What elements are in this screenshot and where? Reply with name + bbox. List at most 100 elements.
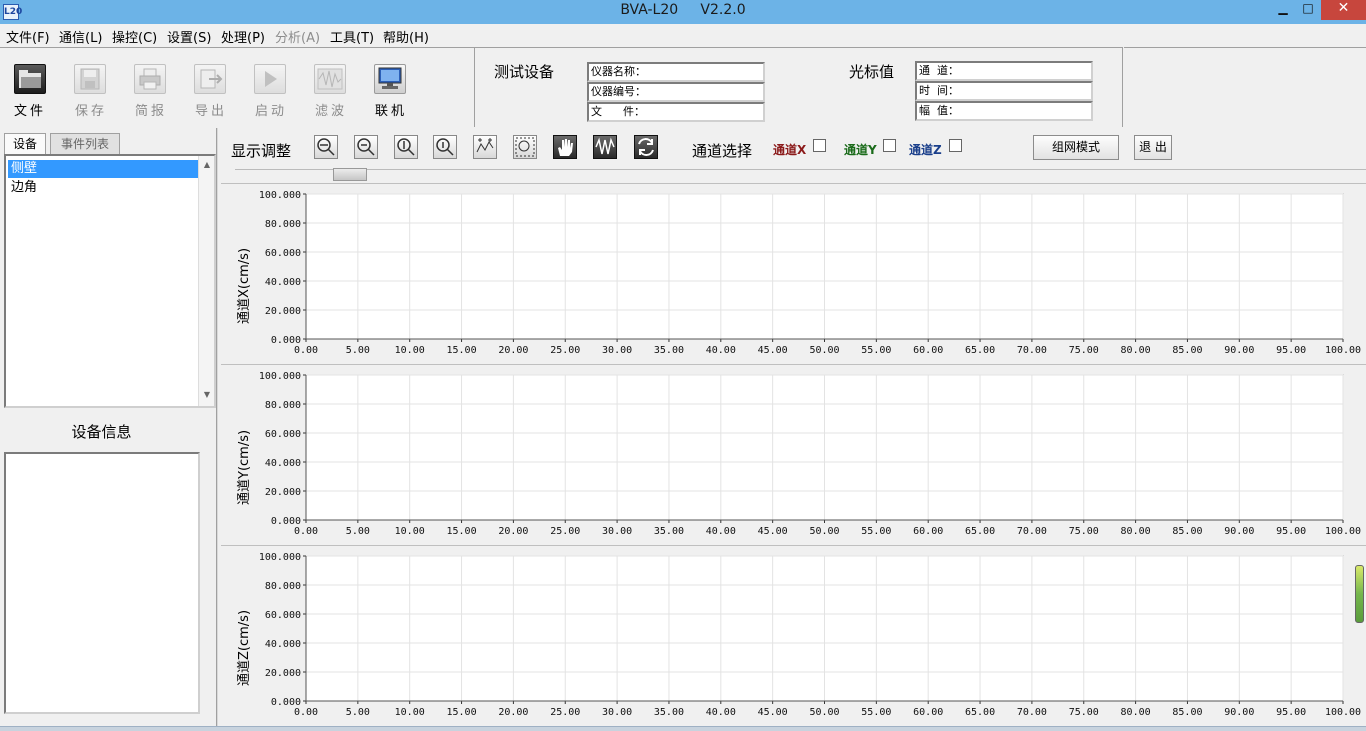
close-button[interactable]: ✕	[1321, 0, 1366, 20]
menu-help[interactable]: 帮助(H)	[383, 27, 429, 46]
y-tick-label: 0.000	[271, 697, 301, 708]
info-panel: 测试设备 仪器名称： 仪器编号： 文 件： 光标值 通 道： 时 间： 幅 值：	[475, 47, 1123, 127]
device-list-item[interactable]: 边角	[8, 179, 200, 197]
time-scrollbar-thumb[interactable]	[333, 168, 367, 181]
x-tick-label: 25.00	[550, 345, 580, 356]
scroll-down-icon[interactable]: ▼	[201, 390, 213, 402]
x-tick-label: 80.00	[1121, 707, 1151, 718]
time-scrollbar[interactable]	[235, 168, 1366, 181]
device-info-title: 设备信息	[71, 423, 132, 441]
cursor-value-label: 光标值	[849, 63, 895, 81]
y-tick-label: 80.000	[265, 581, 301, 592]
x-tick-label: 75.00	[1069, 345, 1099, 356]
menu-process[interactable]: 处理(P)	[221, 27, 265, 46]
channel-x-checkbox[interactable]	[813, 139, 826, 152]
x-tick-label: 45.00	[758, 345, 788, 356]
report-tool-button	[134, 64, 168, 98]
folder-icon	[14, 64, 46, 94]
channel-y-checkbox[interactable]	[883, 139, 896, 152]
connect-tool-button[interactable]	[374, 64, 408, 98]
menu-comm[interactable]: 通信(L)	[59, 27, 102, 46]
plot-channel-y[interactable]: 0.00 5.00 10.00 15.00 20.00 25.00 30.00 35.00 40…	[221, 364, 1366, 542]
x-tick-label: 30.00	[602, 526, 632, 537]
x-tick-label: 60.00	[913, 526, 943, 537]
device-list-item[interactable]: 侧壁	[8, 160, 200, 178]
x-tick-label: 70.00	[1017, 345, 1047, 356]
filter-tool-label: 滤波	[314, 104, 347, 119]
channel-y-label: 通道Y	[844, 143, 877, 157]
y-tick-label: 60.000	[265, 610, 301, 621]
menu-settings[interactable]: 设置(S)	[167, 27, 211, 46]
x-tick-label: 50.00	[809, 345, 839, 356]
x-tick-label: 15.00	[446, 526, 476, 537]
x-tick-label: 80.00	[1121, 526, 1151, 537]
scroll-up-icon[interactable]: ▲	[201, 160, 213, 172]
x-tick-label: 10.00	[395, 707, 425, 718]
x-tick-label: 45.00	[758, 707, 788, 718]
zoom-x-in-button[interactable]	[314, 135, 338, 159]
y-tick-label: 60.000	[265, 248, 301, 259]
panel-divider[interactable]	[216, 128, 218, 728]
device-list-scrollbar[interactable]: ▲ ▼	[198, 156, 214, 406]
filter-tool-button	[314, 64, 348, 98]
menu-bar: 文件(F) 通信(L) 操控(C) 设置(S) 处理(P) 分析(A) 工具(T…	[0, 24, 1366, 46]
refresh-button[interactable]	[634, 135, 658, 159]
x-tick-label: 70.00	[1017, 526, 1047, 537]
file-tool-button[interactable]	[14, 64, 48, 98]
channel-x-chart: 0.00 5.00 10.00 15.00 20.00 25.00 30.00 35.00 40…	[259, 190, 1361, 356]
wave-icon	[595, 137, 615, 155]
cursor-channel-field: 通 道：	[915, 61, 1093, 81]
zoom-box-button[interactable]	[513, 135, 537, 159]
x-tick-label: 0.00	[294, 707, 318, 718]
y-tick-label: 80.000	[265, 400, 301, 411]
channel-z-checkbox[interactable]	[949, 139, 962, 152]
x-tick-label: 90.00	[1224, 345, 1254, 356]
status-bar	[0, 726, 1366, 731]
zoom-x-out-button[interactable]	[354, 135, 378, 159]
channel-z-ylabel: 通道Z(cm/s)	[237, 609, 252, 686]
x-tick-label: 75.00	[1069, 707, 1099, 718]
tab-event-list[interactable]: 事件列表	[50, 133, 120, 154]
menu-file[interactable]: 文件(F)	[6, 27, 50, 46]
x-tick-label: 10.00	[395, 526, 425, 537]
y-tick-label: 40.000	[265, 458, 301, 469]
plot-channel-z[interactable]: 0.00 5.00 10.00 15.00 20.00 25.00 30.00 35.00 40…	[221, 545, 1366, 723]
x-tick-label: 85.00	[1172, 526, 1202, 537]
network-mode-button[interactable]: 组网模式	[1033, 135, 1119, 160]
y-tick-label: 100.000	[259, 552, 301, 563]
zoom-y-in-button[interactable]	[394, 135, 418, 159]
exit-button[interactable]: 退 出	[1134, 135, 1172, 160]
channel-z-chart: 0.00 5.00 10.00 15.00 20.00 25.00 30.00 35.00 40…	[259, 552, 1361, 718]
x-tick-label: 45.00	[758, 526, 788, 537]
level-meter	[1355, 565, 1364, 623]
maximize-button[interactable]: □	[1293, 0, 1323, 20]
y-tick-label: 40.000	[265, 277, 301, 288]
hand-icon	[558, 139, 573, 156]
autoscale-button[interactable]	[473, 135, 497, 159]
plot-channel-x[interactable]: 0.00 5.00 10.00 15.00 20.00 25.00 30.00 35.00 40…	[221, 183, 1366, 361]
tab-devices[interactable]: 设备	[4, 133, 46, 154]
x-tick-label: 40.00	[706, 707, 736, 718]
save-tool-button	[74, 64, 108, 98]
x-tick-label: 50.00	[809, 707, 839, 718]
menu-tools[interactable]: 工具(T)	[330, 27, 374, 46]
y-tick-label: 100.000	[259, 190, 301, 201]
x-tick-label: 95.00	[1276, 526, 1306, 537]
x-tick-label: 35.00	[654, 345, 684, 356]
toolbar: 文件 保存 简报 导出 启动 滤波 联机	[0, 47, 475, 127]
pan-button[interactable]	[553, 135, 577, 159]
y-tick-label: 0.000	[271, 335, 301, 346]
waveform-button[interactable]	[593, 135, 617, 159]
x-tick-label: 20.00	[498, 345, 528, 356]
export-tool-button	[194, 64, 228, 98]
x-tick-label: 75.00	[1069, 526, 1099, 537]
x-tick-label: 65.00	[965, 526, 995, 537]
x-tick-label: 40.00	[706, 345, 736, 356]
menu-control[interactable]: 操控(C)	[112, 27, 157, 46]
zoom-y-out-button[interactable]	[433, 135, 457, 159]
x-tick-label: 85.00	[1172, 707, 1202, 718]
y-tick-label: 100.000	[259, 371, 301, 382]
file-tool-label: 文件	[13, 104, 46, 119]
x-tick-label: 90.00	[1224, 526, 1254, 537]
x-tick-label: 100.00	[1325, 526, 1361, 537]
